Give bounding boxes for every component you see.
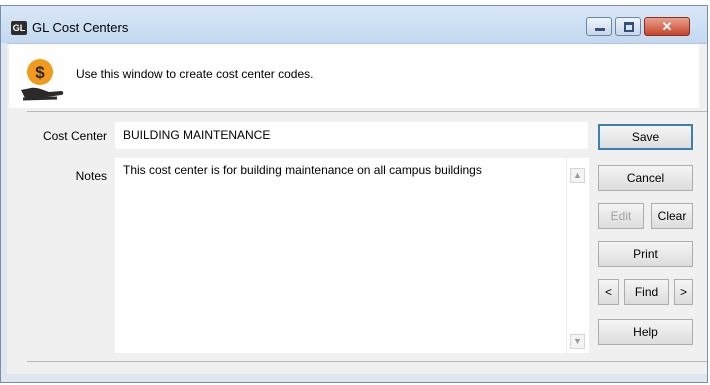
notes-label: Notes: [75, 169, 107, 183]
help-button[interactable]: Help: [598, 319, 693, 345]
close-button[interactable]: ✕: [644, 17, 690, 36]
minimize-icon: [595, 28, 605, 31]
save-button[interactable]: Save: [598, 124, 693, 150]
title-bar[interactable]: GL GL Cost Centers ✕: [1, 6, 707, 44]
notes-scrollbar[interactable]: ▲ ▼: [566, 158, 589, 353]
window-title: GL Cost Centers: [32, 20, 129, 35]
notes-textarea[interactable]: This cost center is for building mainten…: [115, 158, 588, 353]
maximize-icon: [624, 22, 634, 32]
cancel-button[interactable]: Cancel: [598, 165, 693, 191]
find-previous-button[interactable]: <: [598, 279, 619, 305]
minimize-button[interactable]: [586, 17, 612, 36]
bottom-divider: [27, 361, 707, 362]
find-button[interactable]: Find: [624, 279, 669, 305]
cost-center-label: Cost Center: [42, 129, 107, 143]
svg-text:$: $: [35, 63, 45, 82]
find-next-button[interactable]: >: [674, 279, 693, 305]
scroll-up-icon[interactable]: ▲: [570, 168, 585, 183]
window-left-frame: [1, 43, 7, 382]
info-panel: $ Use this window to create cost center …: [9, 44, 699, 108]
money-hand-icon: $: [21, 59, 64, 101]
divider: [27, 111, 707, 112]
cost-centers-window: GL GL Cost Centers ✕ $ Use this window t…: [0, 5, 708, 383]
gl-app-icon: GL: [11, 21, 27, 35]
cost-center-input[interactable]: BUILDING MAINTENANCE: [115, 122, 588, 149]
clear-button[interactable]: Clear: [651, 203, 693, 229]
info-text: Use this window to create cost center co…: [76, 67, 314, 81]
print-button[interactable]: Print: [598, 241, 693, 267]
maximize-button[interactable]: [615, 17, 641, 36]
scroll-down-icon[interactable]: ▼: [570, 334, 585, 349]
edit-button: Edit: [598, 203, 644, 229]
close-icon: ✕: [661, 19, 673, 34]
window-bottom-frame: [1, 374, 707, 382]
